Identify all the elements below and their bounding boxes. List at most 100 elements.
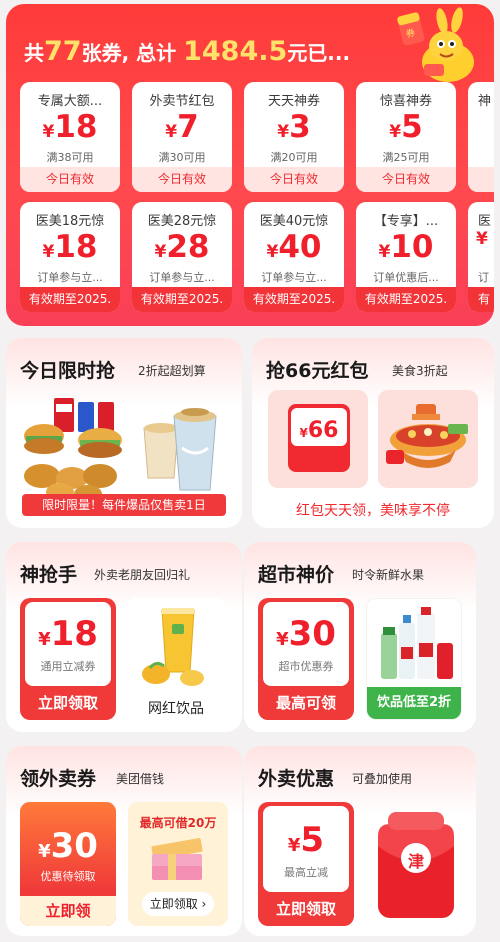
coupon-validity: 有	[468, 287, 494, 312]
loan-claim-button[interactable]: 立即领取 ›	[142, 892, 214, 916]
currency-symbol: ¥	[38, 629, 51, 650]
coupon-card[interactable]: 神	[468, 82, 494, 192]
coupon-label: 优惠待领取	[40, 870, 96, 883]
card-subtitle: 外卖老朋友回归礼	[94, 568, 191, 582]
coupon-card[interactable]: 天天神券 ¥3 满20可用 今日有效	[244, 82, 344, 192]
beverage-bottles-image	[381, 607, 453, 679]
currency-symbol: ¥	[165, 122, 178, 142]
delivery-coupon-card[interactable]: 领外卖券 美团借钱 ¥30 优惠待领取 立即领 最高可借20万 立即领取 ›	[6, 746, 242, 936]
beverage-tile[interactable]: 饮品低至2折	[366, 598, 462, 720]
title-prefix: 共	[24, 41, 44, 65]
card-title: 外卖优惠	[258, 768, 335, 790]
coupon-title: 医美18元惊	[35, 214, 105, 229]
delivery-discount-coupon[interactable]: ¥5 最高立减 立即领取	[258, 802, 354, 926]
coupon-card[interactable]: 外卖节红包 ¥7 满30可用 今日有效	[132, 82, 232, 192]
claim-button[interactable]: 立即领取	[258, 892, 354, 926]
card-title: 领外卖券	[20, 768, 97, 790]
claim-button[interactable]: 最高可领	[258, 686, 354, 720]
coupon-validity: 有效期至2025.	[20, 287, 120, 312]
coupon-card[interactable]: 专属大额... ¥18 满38可用 今日有效	[20, 82, 120, 192]
red-envelope-tile[interactable]: 津	[368, 802, 464, 926]
coupon-amount: ¥5	[356, 109, 456, 145]
coupon-validity	[468, 167, 494, 192]
coupon-row-daily: 专属大额... ¥18 满38可用 今日有效 外卖节红包 ¥7 满30可用 今日…	[6, 82, 494, 192]
card-subtitle: 美食3折起	[392, 364, 448, 378]
mango-drink-image	[142, 608, 204, 686]
currency-symbol: ¥	[389, 122, 402, 142]
coupon-validity: 今日有效	[20, 167, 120, 192]
coupon-condition: 订	[478, 271, 489, 284]
coupon-card[interactable]: 惊喜神券 ¥5 满25可用 今日有效	[356, 82, 456, 192]
currency-symbol: ¥	[154, 242, 167, 262]
coupon-condition: 订单参与立...	[37, 271, 103, 284]
flash-sale-banner: 限时限量！每件爆品仅售卖1日	[22, 494, 226, 516]
coupon-amount: ¥7	[132, 109, 232, 145]
amount-value: 5	[300, 820, 325, 860]
coupon-label: 超市优惠券	[278, 660, 334, 673]
coupon-condition: 订单参与立...	[261, 271, 327, 284]
claim-button[interactable]: 立即领取	[20, 686, 116, 720]
coupon-title: 专属大额...	[37, 94, 103, 109]
loan-title: 最高可借20万	[139, 816, 217, 830]
flash-sale-card[interactable]: 今日限时抢 2折起超划算 限时限量！每件爆品仅售卖1日	[6, 338, 242, 528]
amount-value: 5	[401, 109, 423, 145]
coupon-card[interactable]: 【专享】... ¥10 订单优惠后... 有效期至2025.	[356, 202, 456, 312]
title-suffix: 元已...	[287, 41, 351, 65]
coupon-label: 通用立减券	[40, 660, 96, 673]
card-subtitle: 可叠加使用	[352, 772, 413, 786]
amount-value: 18	[54, 109, 98, 145]
coupon-validity: 今日有效	[244, 167, 344, 192]
card-subtitle: 2折起超划算	[138, 364, 206, 378]
red-packet-card[interactable]: 抢66元红包 美食3折起 ¥66 红包天天领，美味享不停	[252, 338, 494, 528]
coupon-validity: 今日有效	[356, 167, 456, 192]
red-packet-tile[interactable]: ¥66	[268, 390, 368, 488]
coupon-title: 神	[478, 94, 492, 109]
coupon-title: 外卖节红包	[149, 94, 215, 109]
coupon-title: 医美40元惊	[259, 214, 329, 229]
card-title: 神抢手	[20, 564, 78, 586]
currency-symbol: ¥	[42, 122, 55, 142]
supermarket-coupon[interactable]: ¥30 超市优惠券 最高可领	[258, 598, 354, 720]
coupon-card[interactable]: 医 ¥ 订 有	[468, 202, 494, 312]
coupon-amount: ¥28	[132, 229, 232, 265]
delivery-coupon[interactable]: ¥30 优惠待领取 立即领	[20, 802, 116, 926]
currency-symbol: ¥	[38, 841, 51, 862]
loan-tile[interactable]: 最高可借20万 立即领取 ›	[128, 802, 228, 926]
coupon-condition: 满25可用	[382, 151, 430, 164]
red-packet-amount: ¥66	[288, 418, 350, 443]
coupon-row-medical: 医美18元惊 ¥18 订单参与立... 有效期至2025. 医美28元惊 ¥28…	[6, 202, 494, 312]
currency-symbol: ¥	[276, 629, 289, 650]
currency-symbol: ¥	[277, 122, 290, 142]
amount-value: 30	[288, 614, 336, 654]
supermarket-card[interactable]: 超市神价 时令新鲜水果 ¥30 超市优惠券 最高可领 饮品低至2折	[244, 542, 476, 732]
hotpot-tile[interactable]	[378, 390, 478, 488]
coupon-validity: 有效期至2025.	[356, 287, 456, 312]
grabber-card[interactable]: 神抢手 外卖老朋友回归礼 ¥18 通用立减券 立即领取 网红饮品	[6, 542, 242, 732]
coupon-summary-banner[interactable]: 共77张券, 总计 1484.5元已... 券 专属大额... ¥18 满38可…	[6, 4, 494, 326]
coupon-condition: 满20可用	[270, 151, 318, 164]
amount-value: 18	[50, 614, 98, 654]
amount-value: 30	[50, 826, 98, 866]
amount-value: 7	[177, 109, 199, 145]
claim-button[interactable]: 立即领	[20, 896, 116, 926]
milk-tea-cups-image	[143, 408, 217, 491]
coupon-card[interactable]: 医美28元惊 ¥28 订单参与立... 有效期至2025.	[132, 202, 232, 312]
coupon-validity: 今日有效	[132, 167, 232, 192]
currency-symbol: ¥	[378, 242, 391, 262]
coupon-card[interactable]: 医美18元惊 ¥18 订单参与立... 有效期至2025.	[20, 202, 120, 312]
coupon-title: 惊喜神券	[379, 94, 432, 109]
title-mid: 张券, 总计	[81, 41, 177, 65]
coupon-amount: ¥18	[20, 229, 120, 265]
coupon-condition: 满30可用	[158, 151, 206, 164]
coupon-count: 77	[44, 36, 82, 67]
product-label: 网红饮品	[148, 701, 204, 717]
coupon-amount: ¥30	[20, 826, 116, 866]
coupon-card[interactable]: 医美40元惊 ¥40 订单参与立... 有效期至2025.	[244, 202, 344, 312]
coupon-inner: ¥18 通用立减券	[25, 602, 111, 686]
grabber-coupon[interactable]: ¥18 通用立减券 立即领取	[20, 598, 116, 720]
drink-tile[interactable]: 网红饮品	[126, 598, 226, 722]
currency-symbol: ¥	[299, 426, 308, 440]
amount-value: 66	[307, 418, 339, 443]
delivery-discount-card[interactable]: 外卖优惠 可叠加使用 ¥5 最高立减 立即领取 津	[244, 746, 476, 936]
coupon-title: 天天神券	[267, 94, 320, 109]
